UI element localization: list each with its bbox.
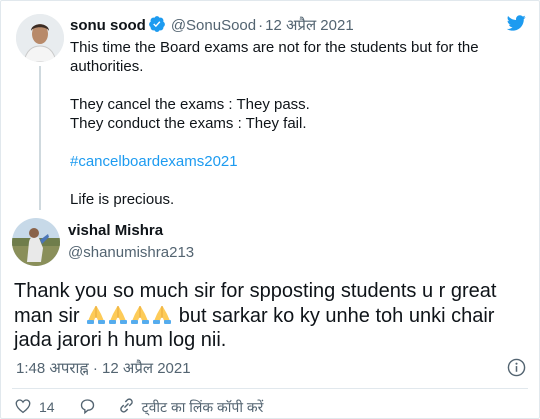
divider <box>12 388 528 389</box>
like-count: 14 <box>39 399 55 415</box>
reply-tweet-text: Thank you so much sir for spposting stud… <box>14 279 526 352</box>
reply-icon <box>78 397 97 418</box>
reply-button[interactable] <box>78 397 97 418</box>
avatar[interactable] <box>16 14 64 62</box>
folded-hands-emoji <box>85 303 107 325</box>
copy-link-label: ट्वीट का लिंक कॉपी करें <box>141 398 264 415</box>
like-button[interactable]: 14 <box>14 397 55 418</box>
info-icon[interactable] <box>507 358 526 382</box>
twitter-bird-icon[interactable] <box>504 13 528 38</box>
copy-link-icon <box>117 396 136 418</box>
thread-connector-line <box>39 66 41 210</box>
folded-hands-emoji <box>151 303 173 325</box>
parent-tweet-text: This time the Board exams are not for th… <box>70 38 520 209</box>
tweet-date[interactable]: 12 अप्रैल 2021 <box>265 17 354 34</box>
author-handle[interactable]: @SonuSood <box>171 17 256 34</box>
heart-icon <box>14 397 32 418</box>
separator-dot: · <box>258 17 264 34</box>
reply-author-handle[interactable]: @shanumishra213 <box>68 244 194 261</box>
reply-timestamp[interactable]: 1:48 अपराह्न · 12 अप्रैल 2021 <box>16 358 191 378</box>
tweet-line: They conduct the exams : They fail. <box>70 115 307 132</box>
tweet-paragraph: This time the Board exams are not for th… <box>70 39 479 75</box>
folded-hands-emoji <box>107 303 129 325</box>
parent-tweet-header: sonu sood @SonuSood · 12 अप्रैल 2021 <box>70 15 354 38</box>
author-name[interactable]: sonu sood <box>70 17 146 34</box>
tweet-line: Life is precious. <box>70 191 175 208</box>
folded-hands-emoji <box>129 303 151 325</box>
hashtag-link[interactable]: #cancelboardexams2021 <box>70 152 520 171</box>
action-bar: 14 ट्वीट का लिंक कॉपी करें <box>14 396 263 418</box>
reply-author-name[interactable]: vishal Mishra <box>68 222 163 239</box>
avatar[interactable] <box>12 218 60 266</box>
tweet-line: They cancel the exams : They pass. <box>70 96 310 113</box>
verified-badge-icon <box>148 15 166 38</box>
copy-link-button[interactable]: ट्वीट का लिंक कॉपी करें <box>117 396 264 418</box>
